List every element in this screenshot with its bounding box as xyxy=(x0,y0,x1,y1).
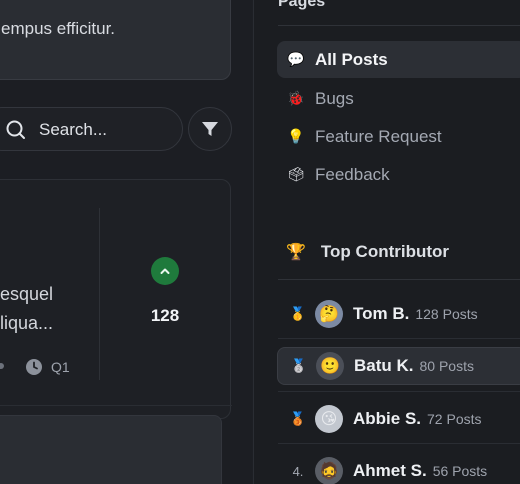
avatar: 😘 xyxy=(315,405,343,433)
nav-item-label: Feature Request xyxy=(315,126,442,146)
nav-item-label: Feedback xyxy=(315,164,390,184)
nav-item-feedback[interactable]: 🗳 Feedback xyxy=(277,156,520,193)
contributor-name: Batu K. xyxy=(354,356,414,375)
top-contributor-header: 🏆 Top Contributor xyxy=(286,242,449,262)
trophy-icon: 🏆 xyxy=(286,244,306,261)
contrib-rule xyxy=(278,279,520,280)
pages-rule xyxy=(278,25,520,26)
post-meta-label: Q1 xyxy=(51,359,70,375)
post-preview-card[interactable]: empus efficitur. xyxy=(0,0,231,80)
contributor-name: Ahmet S. xyxy=(353,461,427,480)
search-icon xyxy=(6,120,25,139)
vote-count: 128 xyxy=(150,306,180,325)
chevron-up-icon xyxy=(160,268,170,274)
filter-icon xyxy=(202,122,218,136)
contributor-name: Tom B. xyxy=(353,304,410,323)
avatar: 🧔 xyxy=(315,457,343,484)
avatar: 🤔 xyxy=(315,300,343,328)
contributor-row[interactable]: 🥈 🙂 Batu K. 80 Posts xyxy=(277,347,520,385)
post-excerpt: esquel liqua... xyxy=(0,284,54,333)
contributor-row[interactable]: 4. 🧔 Ahmet S. 56 Posts xyxy=(277,452,520,484)
contributor-post-count: 56 Posts xyxy=(432,463,488,479)
nav-item-label: All Posts xyxy=(315,49,388,69)
feed-column: empus efficitur. esquel liqua... 128 Q1 xyxy=(0,0,252,484)
post-card-bottom-rule xyxy=(0,405,232,406)
filter-button[interactable] xyxy=(188,107,232,151)
contributor-post-count: 72 Posts xyxy=(427,411,482,427)
rank-number: 4. xyxy=(292,463,304,479)
gold-medal-icon: 🥇 xyxy=(289,306,307,321)
clock-icon xyxy=(26,359,42,375)
nav-item-all-posts[interactable]: 💬 All Posts xyxy=(277,41,520,78)
row-divider xyxy=(278,443,520,444)
bug-icon: 🐞 xyxy=(287,90,305,106)
ballot-box-icon: 🗳 xyxy=(287,166,305,182)
avatar: 🙂 xyxy=(316,352,344,380)
nav-item-label: Bugs xyxy=(315,88,354,108)
upvote-button[interactable] xyxy=(151,257,179,285)
search-input[interactable] xyxy=(39,118,179,142)
bronze-medal-icon: 🥉 xyxy=(289,411,307,426)
pages-heading: Pages xyxy=(278,0,326,10)
row-divider xyxy=(278,338,520,339)
light-bulb-icon: 💡 xyxy=(287,128,305,144)
contributor-post-count: 128 Posts xyxy=(415,306,478,322)
search-box[interactable] xyxy=(0,107,183,151)
next-post-card[interactable] xyxy=(0,415,222,484)
post-card-divider xyxy=(99,208,100,380)
contributor-post-count: 80 Posts xyxy=(419,358,474,374)
sidebar: Pages 💬 All Posts 🐞 Bugs 💡 Feature Reque… xyxy=(253,0,520,484)
nav-item-bugs[interactable]: 🐞 Bugs xyxy=(277,80,520,117)
contributor-name: Abbie S. xyxy=(353,409,422,428)
speech-bubble-icon: 💬 xyxy=(287,51,305,67)
nav-item-feature-request[interactable]: 💡 Feature Request xyxy=(277,118,520,155)
silver-medal-icon: 🥈 xyxy=(290,358,308,373)
row-divider xyxy=(278,391,520,392)
post-preview-text: empus efficitur. xyxy=(1,19,116,38)
top-contributor-title: Top Contributor xyxy=(320,242,450,261)
contributor-row[interactable]: 🥉 😘 Abbie S. 72 Posts xyxy=(277,400,520,438)
contributor-row[interactable]: 🥇 🤔 Tom B. 128 Posts xyxy=(277,295,520,333)
